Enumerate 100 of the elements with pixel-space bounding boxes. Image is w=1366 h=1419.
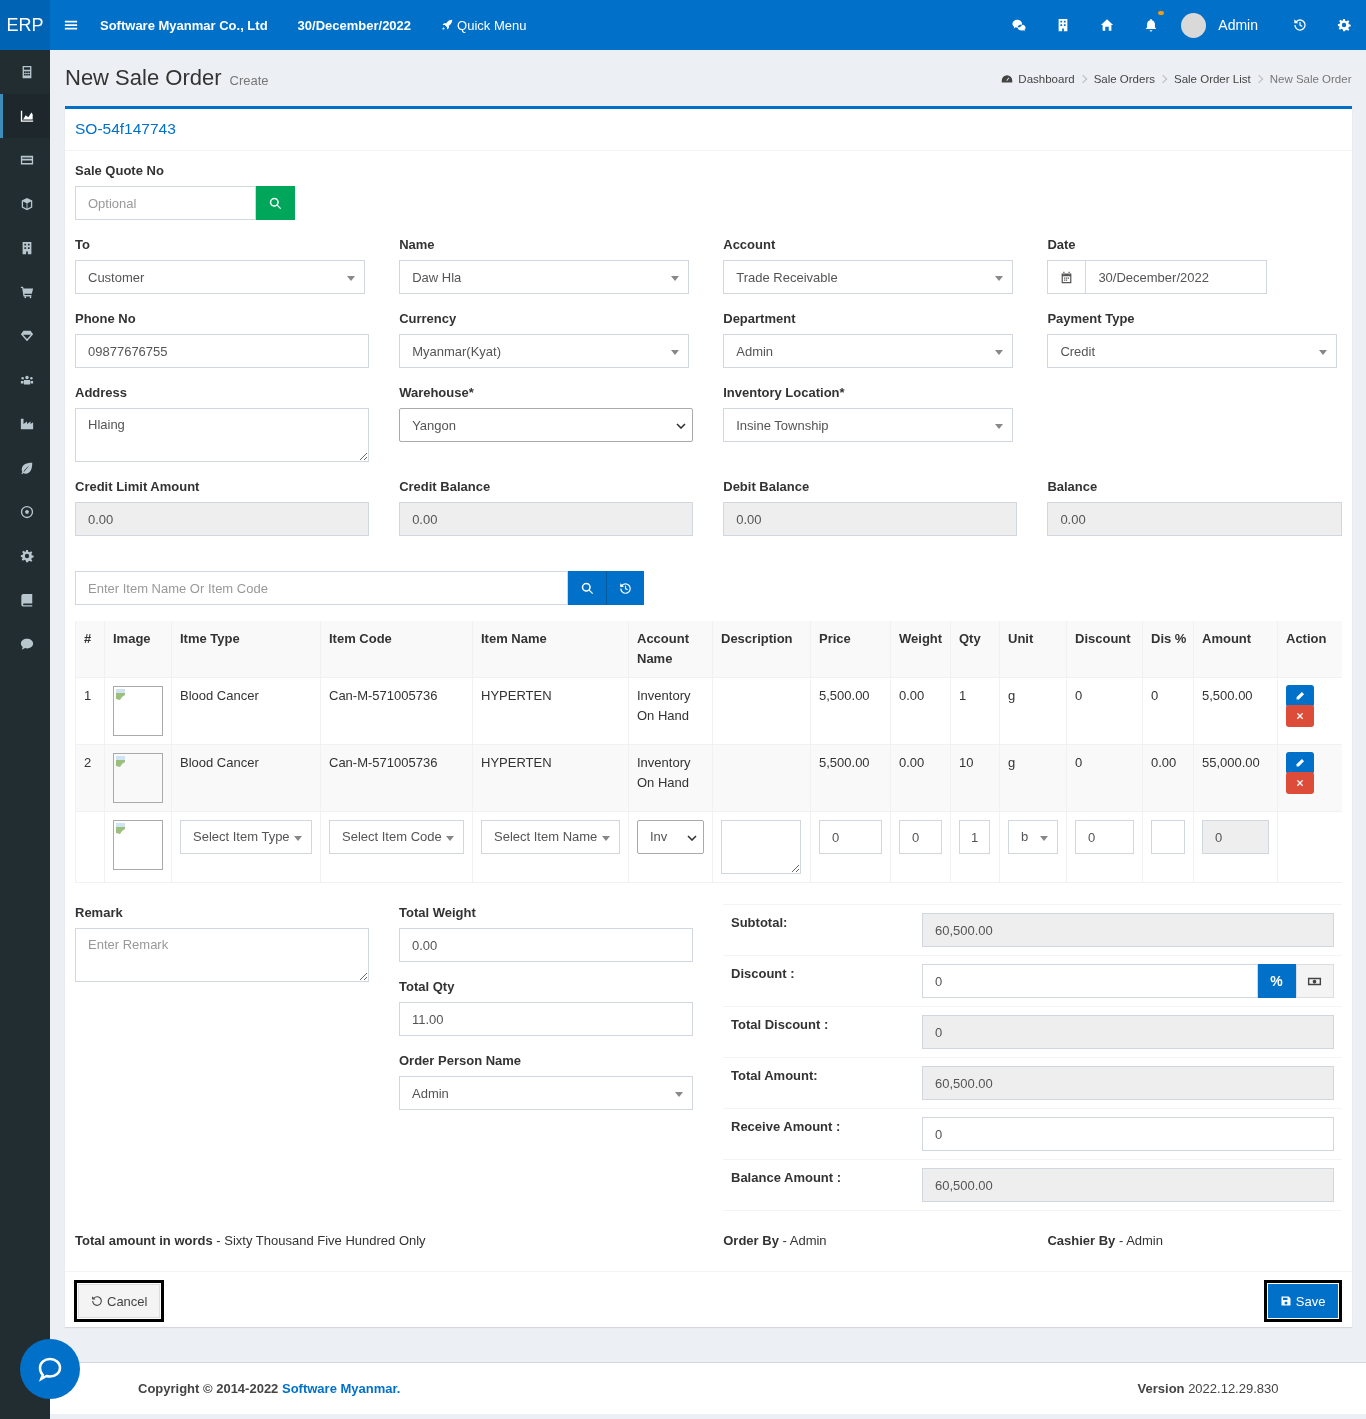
chevron-icon [676,423,687,429]
quick-menu-link[interactable]: Quick Menu [441,17,527,33]
info-text: Order By - Admin [723,1232,828,1250]
input-field[interactable]: 0.00 [399,928,693,962]
save-icon [1279,1295,1292,1307]
discount-field[interactable]: 0 [922,964,1258,998]
table-cell: 10 [950,744,1000,812]
sidebar-item[interactable] [0,94,50,138]
readonly-field[interactable]: 0 [922,1015,1334,1049]
history-icon [619,581,632,595]
cube-icon [19,197,34,211]
table-cell: g [999,744,1067,812]
credit-card-icon [19,153,34,167]
select-field[interactable]: Customer [75,260,365,294]
table-cell: 0.00 [1142,744,1194,812]
input-field[interactable]: 09877676755 [75,334,370,368]
breadcrumb-link[interactable]: Dashboard [1018,73,1075,85]
table-cell: 0.00 [890,744,951,812]
company-link[interactable]: Software Myanmar. [281,1381,401,1396]
text-area[interactable]: Hlaing [75,408,370,462]
select-field[interactable]: Yangon [399,408,694,442]
readonly-field[interactable]: 60,500.00 [922,1168,1334,1202]
item-search-field[interactable]: Enter Item Name Or Item Code [75,571,568,605]
column-header: Item Code [320,621,473,678]
menu-icon[interactable] [64,18,78,32]
price-field[interactable]: 0 [819,820,882,854]
close-icon [1295,711,1305,721]
table-cell: Inventory On Hand [628,744,713,812]
breadcrumb-link[interactable]: Sale Orders [1093,73,1155,85]
summary-label: Receive Amount : [731,1118,842,1136]
cash-toggle[interactable] [1295,964,1334,998]
input-field[interactable]: 0 [922,1117,1334,1151]
search-button[interactable] [568,571,606,605]
select-field[interactable]: Trade Receivable [723,260,1014,294]
edit-button[interactable] [1286,752,1314,774]
readonly-field[interactable]: 0.00 [399,502,694,536]
history-icon[interactable] [1293,18,1307,32]
users-icon [19,373,34,387]
column-header: Discount [1066,621,1143,678]
avatar[interactable] [1181,12,1207,38]
field-label: Currency [399,310,458,328]
delete-button[interactable] [1286,705,1314,727]
remark-field[interactable]: Enter Remark [75,928,369,982]
percent-toggle[interactable]: % [1257,964,1296,998]
rocket-icon [441,19,454,31]
readonly-field[interactable]: 0.00 [723,502,1018,536]
discount-field[interactable]: 0 [1075,820,1134,854]
home-icon[interactable] [1100,18,1115,32]
field-label: Remark [75,904,124,922]
version-text: Version 2022.12.29.830 [1137,1381,1279,1396]
broken-image-icon [113,686,163,736]
table-cell: Can-M-571005736 [320,744,473,812]
select-field[interactable]: Credit [1047,334,1338,368]
diamond-icon [19,329,34,343]
qty-field[interactable]: 1 [959,820,990,854]
description-field[interactable] [721,820,801,874]
discount-percent-field[interactable] [1151,820,1185,854]
select-field[interactable]: Admin [723,334,1014,368]
field-label: Address [75,384,129,402]
select-field[interactable]: Select Item Code [329,820,464,854]
field-label: Sale Quote No [75,162,165,180]
column-header: Image [104,621,172,678]
select-field[interactable]: Select Item Type [180,820,312,854]
breadcrumb-link[interactable]: Sale Order List [1174,73,1251,85]
weight-field[interactable]: 0 [899,820,942,854]
bell-icon[interactable] [1144,18,1159,32]
column-header: Action [1277,621,1342,678]
select-field[interactable]: Myanmar(Kyat) [399,334,690,368]
select-field[interactable]: Inv [637,820,704,854]
settings-icon[interactable] [1337,18,1351,32]
comment-icon [19,637,34,651]
book-icon [19,593,34,607]
delete-button[interactable] [1286,772,1314,794]
readonly-field[interactable]: 60,500.00 [922,913,1334,947]
user-name[interactable]: Admin [1218,17,1258,33]
date-field[interactable]: 30/December/2022 [1085,260,1268,294]
copyright-text: Copyright © 2014-2022 Software Myanmar. [138,1381,401,1396]
readonly-field[interactable]: 0.00 [1047,502,1342,536]
edit-button[interactable] [1286,685,1314,707]
brand-logo[interactable]: ERP [0,0,50,50]
readonly-field[interactable]: 0.00 [75,502,370,536]
amount-field[interactable]: 0 [1202,820,1269,854]
order-number: SO-54f147743 [75,120,176,137]
select-field[interactable]: Daw Hla [399,260,690,294]
page-subtitle: Create [229,73,269,88]
sale-quote-field[interactable]: Optional [75,186,256,220]
select-field[interactable]: Insine Township [723,408,1014,442]
chat-icon[interactable] [1012,18,1027,32]
select-field[interactable]: Select Item Name [481,820,620,854]
field-label: Credit Balance [399,478,492,496]
factory-icon [19,417,34,431]
select-field[interactable]: Admin [399,1076,693,1110]
reset-button[interactable] [606,571,644,605]
input-field[interactable]: 11.00 [399,1002,693,1036]
table-cell: 2 [75,744,105,812]
readonly-field[interactable]: 60,500.00 [922,1066,1334,1100]
column-header: Description [712,621,811,678]
field-label: Warehouse* [399,384,475,402]
search-icon [580,581,594,595]
unit-select[interactable]: b [1008,820,1058,854]
